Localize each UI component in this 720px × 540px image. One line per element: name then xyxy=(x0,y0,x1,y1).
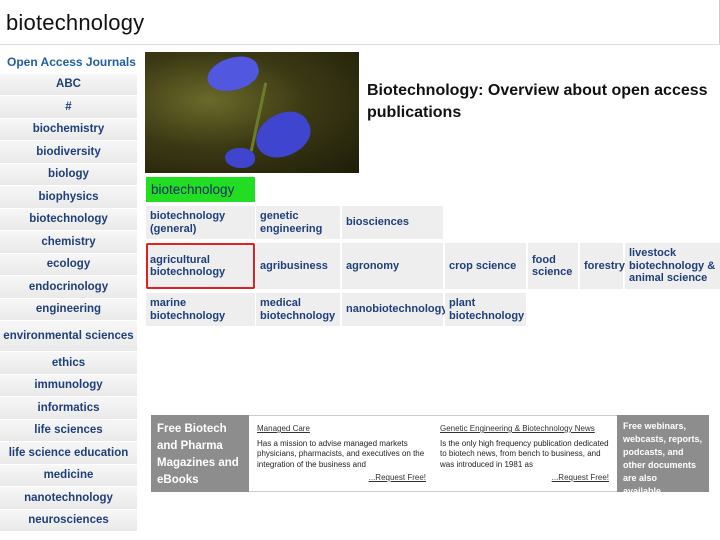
offer-body: Is the only high frequency publication d… xyxy=(440,438,609,469)
category-biotechnology-general[interactable]: biotechnology (general) xyxy=(146,206,255,239)
offer-title[interactable]: Managed Care xyxy=(257,424,426,435)
section-tag-biotechnology: biotechnology xyxy=(146,177,255,202)
sidebar-item-environmental-sciences[interactable]: environmental sciences xyxy=(0,321,137,352)
sidebar-item-life-science-education[interactable]: life science education xyxy=(0,442,137,465)
category-food-science[interactable]: food science xyxy=(528,243,578,289)
offer-title[interactable]: Genetic Engineering & Biotechnology News xyxy=(440,424,609,435)
sidebar: Open Access Journals ABC # biochemistry … xyxy=(0,51,137,532)
request-link[interactable]: ...Request Free! xyxy=(257,473,426,484)
sidebar-header[interactable]: Open Access Journals xyxy=(0,51,137,74)
ad-banner[interactable]: Free Biotech and Pharma Magazines and eB… xyxy=(151,415,709,496)
category-marine-biotechnology[interactable]: marine biotechnology xyxy=(146,293,255,326)
sidebar-item-biodiversity[interactable]: biodiversity xyxy=(0,141,137,164)
page-headline: Biotechnology: Overview about open acces… xyxy=(367,82,708,121)
sidebar-item-life-sciences[interactable]: life sciences xyxy=(0,419,137,442)
page-title: biotechnology xyxy=(6,10,145,35)
sidebar-item-ecology[interactable]: ecology xyxy=(0,253,137,276)
flower-photo xyxy=(145,52,359,173)
sidebar-item-biochemistry[interactable]: biochemistry xyxy=(0,118,137,141)
sidebar-item-medicine[interactable]: medicine xyxy=(0,464,137,487)
sidebar-item-chemistry[interactable]: chemistry xyxy=(0,231,137,254)
banner-left-text: Free Biotech and Pharma Magazines and eB… xyxy=(151,415,249,492)
category-medical-biotechnology[interactable]: medical biotechnology xyxy=(256,293,340,326)
sidebar-item-biophysics[interactable]: biophysics xyxy=(0,186,137,209)
category-plant-biotechnology[interactable]: plant biotechnology xyxy=(445,293,526,326)
sidebar-item-hash[interactable]: # xyxy=(0,96,137,119)
header-divider xyxy=(0,44,720,45)
category-genetic-engineering[interactable]: genetic engineering xyxy=(256,206,340,239)
request-link[interactable]: ...Request Free! xyxy=(440,473,609,484)
banner-right-text: Free webinars, webcasts, reports, podcas… xyxy=(617,415,709,496)
flower-petal xyxy=(203,52,263,98)
category-forestry[interactable]: forestry xyxy=(580,243,625,289)
category-agronomy[interactable]: agronomy xyxy=(342,243,443,289)
sidebar-item-engineering[interactable]: engineering xyxy=(0,298,137,321)
category-agribusiness[interactable]: agribusiness xyxy=(256,243,340,289)
banner-offers: Managed Care Has a mission to advise man… xyxy=(249,415,617,492)
sidebar-item-informatics[interactable]: informatics xyxy=(0,397,137,420)
sidebar-item-neurosciences[interactable]: neurosciences xyxy=(0,509,137,532)
sidebar-item-abc[interactable]: ABC xyxy=(0,73,137,96)
sidebar-item-biotechnology[interactable]: biotechnology xyxy=(0,208,137,231)
category-nanobiotechnology[interactable]: nanobiotechnology xyxy=(342,293,447,326)
sidebar-item-biology[interactable]: biology xyxy=(0,163,137,186)
offer-genetic-engineering-news: Genetic Engineering & Biotechnology News… xyxy=(440,424,609,483)
offer-managed-care: Managed Care Has a mission to advise man… xyxy=(257,424,426,483)
sidebar-item-endocrinology[interactable]: endocrinology xyxy=(0,276,137,299)
category-livestock-biotechnology[interactable]: livestock biotechnology & animal science xyxy=(625,243,720,289)
offer-body: Has a mission to advise managed markets … xyxy=(257,438,425,469)
sidebar-item-nanotechnology[interactable]: nanotechnology xyxy=(0,487,137,510)
sidebar-item-immunology[interactable]: immunology xyxy=(0,374,137,397)
flower-petal xyxy=(225,148,255,168)
category-crop-science[interactable]: crop science xyxy=(445,243,526,289)
sidebar-item-ethics[interactable]: ethics xyxy=(0,352,137,375)
category-biosciences[interactable]: biosciences xyxy=(342,206,443,239)
category-agricultural-biotechnology[interactable]: agricultural biotechnology xyxy=(146,243,255,289)
